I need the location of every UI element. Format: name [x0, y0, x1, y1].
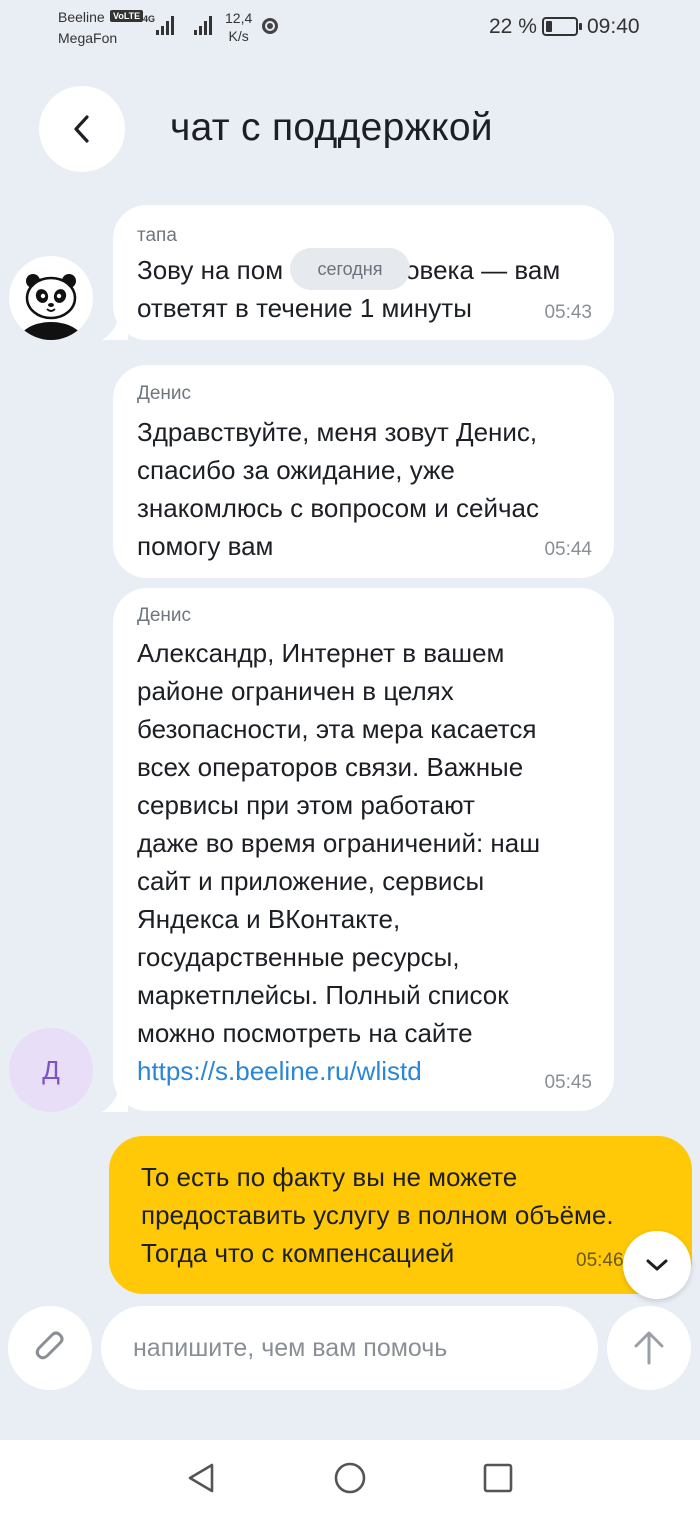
message-line: Здравствуйте, меня зовут Денис, [137, 417, 538, 447]
message-line: можно посмотреть на сайте [137, 1018, 473, 1048]
paperclip-icon [35, 1331, 64, 1360]
message-time: 05:44 [544, 539, 592, 560]
bubble-tail [102, 1078, 128, 1112]
message-line: даже во время ограничений: наш [137, 828, 541, 858]
message-line: сайт и приложение, сервисы [137, 866, 485, 896]
message-time: 05:46 [576, 1250, 624, 1271]
message-line: предоставить услугу в полном объёме. [141, 1200, 614, 1230]
message-line: знакомлюсь с вопросом и сейчас [137, 493, 539, 523]
message-line: безопасности, эта мера касается [137, 714, 537, 744]
operator-avatar: Д [9, 1028, 93, 1112]
message-line: маркетплейсы. Полный список [137, 980, 509, 1010]
message-bubble-operator: Денис Здравствуйте, меня зовут Денис, сп… [113, 365, 614, 578]
panda-avatar [9, 256, 93, 340]
message-time: 05:43 [544, 302, 592, 323]
message-line: ответят в течение 1 минуты [137, 293, 472, 323]
speed-unit: K/s [228, 28, 249, 44]
message-line: всех операторов связи. Важные [137, 752, 524, 782]
message-line: спасибо за ожидание, уже [137, 455, 455, 485]
message-line: Зову на пом [137, 255, 284, 285]
message-line: сервисы при этом работают [137, 790, 475, 820]
message-text: Александр, Интернет в вашем районе огран… [137, 634, 540, 1090]
message-sender: Денис [137, 605, 192, 626]
bubble-tail [102, 306, 128, 340]
chevron-down-icon [646, 1259, 668, 1271]
back-button[interactable] [39, 86, 125, 172]
carrier-name-1: Beeline [58, 9, 105, 25]
page-title: чат с поддержкой [170, 106, 493, 149]
date-separator: сегодня [290, 248, 410, 290]
message-text: Здравствуйте, меня зовут Денис, спасибо … [137, 413, 539, 565]
message-line: районе ограничен в целях [137, 676, 454, 706]
signal-icon [156, 15, 174, 35]
attach-button[interactable] [8, 1306, 92, 1390]
message-line: То есть по факту вы не можете [141, 1162, 518, 1192]
message-line: овека — вам [405, 255, 561, 285]
message-bubble-operator: Денис Александр, Интернет в вашем районе… [113, 588, 614, 1111]
message-sender: тапа [137, 225, 177, 246]
speed-value: 12,4 [225, 10, 253, 26]
circle-home-icon [334, 1462, 366, 1494]
message-line: Тогда что с компенсацией [141, 1238, 455, 1268]
message-input[interactable] [101, 1306, 598, 1390]
message-line: помогу вам [137, 531, 274, 561]
signal-icon-2 [194, 15, 212, 35]
square-recents-icon [483, 1463, 513, 1493]
message-sender: Денис [137, 383, 192, 404]
volte-badge: VoLTE [110, 10, 144, 22]
network-type: 4G [143, 14, 156, 24]
message-line: Яндекса и ВКонтакте, [137, 904, 401, 934]
nav-home-button[interactable] [330, 1458, 370, 1498]
status-bar: Beeline VoLTE MegaFon 4G 12,4 K/s 22 % 0… [0, 0, 700, 60]
nav-recents-button[interactable] [478, 1458, 518, 1498]
chrome-notification-icon [262, 18, 278, 34]
system-navigation-bar [0, 1440, 700, 1517]
scroll-down-button[interactable] [623, 1231, 691, 1299]
message-line: государственные ресурсы, [137, 942, 460, 972]
network-speed: 12,4 K/s [225, 9, 252, 45]
triangle-back-icon [188, 1463, 214, 1493]
nav-back-button[interactable] [181, 1458, 221, 1498]
chevron-left-icon [74, 115, 89, 143]
whitelist-link[interactable]: https://s.beeline.ru/wlistd [137, 1056, 422, 1086]
arrow-up-icon [634, 1331, 664, 1365]
status-clock: 09:40 [587, 15, 640, 38]
battery-percentage: 22 % [489, 15, 537, 38]
send-button[interactable] [607, 1306, 691, 1390]
message-text: То есть по факту вы не можете предостави… [141, 1158, 614, 1272]
message-time: 05:45 [544, 1072, 592, 1093]
carrier-name-2: MegaFon [58, 30, 118, 46]
battery-icon [542, 17, 582, 36]
message-line: Александр, Интернет в вашем [137, 638, 505, 668]
